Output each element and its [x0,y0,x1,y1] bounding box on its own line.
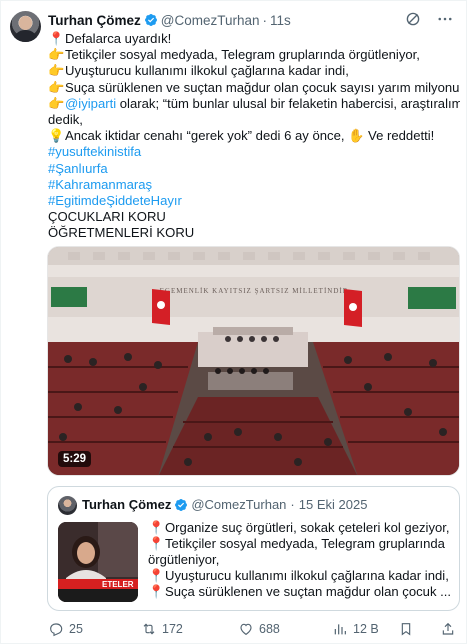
reply-icon [50,623,63,637]
tweet-line-text: Defalarca uyardık! [65,31,172,46]
bookmark-icon [401,623,411,636]
pin-icon: 📍 [148,520,165,535]
quoted-header-separator: · [290,497,295,512]
closing-line: ÇOCUKLARI KORU [48,209,166,225]
verified-badge-icon [144,14,157,26]
pointing-hand-icon: 👉 [48,63,65,79]
quoted-line-text: örgütleniyor, [148,552,220,567]
closing-line: ÖĞRETMENLERİ KORU [48,225,195,241]
like-count: 688 [259,622,280,636]
pointing-hand-icon: 👉 [48,47,65,63]
tweet-text: 📍Defalarca uyardık! 👉Tetikçiler sosyal m… [48,31,460,242]
tweet-line: 👉Suça sürüklenen ve suçtan mağdur olan ç… [48,80,460,96]
like-button[interactable]: 688 [238,621,280,637]
parliament-banner: EGEMENLİK KAYITSIZ ŞARTSIZ MİLLETİNDİR [160,287,349,295]
pin-icon: 📍 [148,568,165,583]
quoted-line-text: Uyuşturucu kullanımı ilkokul çağlarına k… [165,568,449,583]
tweet-line: 💡Ancak iktidar cenahı “gerek yok” dedi 6… [48,128,460,144]
header-separator: · [262,12,268,28]
pointing-hand-icon: 👉 [48,79,65,95]
hashtag-link[interactable]: #Şanlıurfa [48,161,460,177]
reply-count: 25 [69,622,83,636]
share-button[interactable] [440,621,456,637]
quoted-line-text: Suça sürüklenen ve suçtan mağdur olan ço… [165,584,452,599]
quoted-tweet[interactable]: Turhan Çömez @ComezTurhan · 15 Eki 2025 … [47,486,460,611]
tv-frame-thumbnail: ETELER [58,522,138,602]
hashtag-link[interactable]: #Kahramanmaraş [48,177,460,193]
quoted-line-text: Tetikçiler sosyal medyada, Telegram grup… [165,536,445,551]
tweet-actions: 25 172 688 12 B [48,621,460,639]
quoted-author-avatar [58,496,77,515]
grok-icon[interactable] [404,10,422,28]
tweet-line: 👉Uyuşturucu kullanımı ilkokul çağlarına … [48,63,460,79]
tweet-line: 👉@iyiparti olarak; “tüm bunlar ulusal bi… [48,96,460,112]
bookmark-button[interactable] [398,621,414,637]
thumbnail-caption: ETELER [102,580,134,589]
quoted-line: 📍Tetikçiler sosyal medyada, Telegram gru… [148,536,453,552]
avatar-suit [13,30,38,42]
quoted-tweet-time: 15 Eki 2025 [298,497,368,512]
repost-count: 172 [162,622,183,636]
quoted-author-handle: @ComezTurhan [191,497,287,512]
reply-button[interactable]: 25 [48,621,83,637]
video-duration: 5:29 [58,451,92,467]
repost-button[interactable]: 172 [141,621,183,637]
tweet-line-text: Uyuşturucu kullanımı ilkokul çağlarına k… [65,63,349,79]
mention-link[interactable]: @iyiparti [65,96,116,111]
video-player[interactable]: EGEMENLİK KAYITSIZ ŞARTSIZ MİLLETİNDİR 5… [47,246,460,476]
quoted-tweet-header: Turhan Çömez @ComezTurhan · 15 Eki 2025 [82,497,367,512]
views-button[interactable]: 12 B [332,621,379,637]
tweet-line-text: olarak; “tüm bunlar ulusal bir felaketin… [116,95,460,111]
avatar-face [19,16,32,30]
tweet-time[interactable]: 11s [270,13,291,28]
view-count: 12 B [353,622,379,636]
heart-icon [240,623,252,635]
quoted-line: örgütleniyor, [148,552,453,568]
tweet-line: 📍Defalarca uyardık! [48,31,460,47]
tweet-line-text: dedik, [48,112,83,128]
tweet-line: dedik, [48,112,460,128]
quoted-line-text: Organize suç örgütleri, sokak çeteleri k… [165,520,450,535]
tweet-line-text: Suça sürüklenen ve suçtan mağdur olan ço… [65,79,460,95]
pointing-hand-icon: 👉 [48,95,65,111]
hashtag-link[interactable]: #EgitimdeŞiddeteHayır [48,193,460,209]
pin-icon: 📍 [48,31,65,46]
repost-icon [143,623,155,635]
tweet-line-text: Ancak iktidar cenahı “gerek yok” dedi 6 … [65,128,435,144]
quoted-media-thumbnail[interactable]: ETELER [58,522,138,602]
quoted-author-name: Turhan Çömez [82,497,172,512]
tweet-header: Turhan Çömez @ComezTurhan · 11s [48,11,291,29]
quoted-line: 📍Suça sürüklenen ve suçtan mağdur olan ç… [148,584,453,600]
tweet-line: 👉Tetikçiler sosyal medyada, Telegram gru… [48,47,460,63]
hashtag-link[interactable]: #yusuftekinistifa [48,144,460,160]
quoted-line: 📍Uyuşturucu kullanımı ilkokul çağlarına … [148,568,453,584]
quoted-tweet-text: 📍Organize suç örgütleri, sokak çeteleri … [148,520,453,600]
verified-badge-icon [175,498,188,511]
lightbulb-icon: 💡 [48,128,65,144]
author-handle[interactable]: @ComezTurhan [161,13,260,28]
tweet-line-text: Tetikçiler sosyal medyada, Telegram grup… [65,47,420,63]
author-avatar[interactable] [10,11,41,42]
top-right-icons [404,10,454,28]
quoted-line: 📍Organize suç örgütleri, sokak çeteleri … [148,520,453,536]
tweet-card[interactable]: Turhan Çömez @ComezTurhan · 11s 📍Defalar… [0,0,467,644]
views-icon [334,624,346,635]
more-options-icon[interactable] [436,10,454,28]
pin-icon: 📍 [148,536,165,551]
parliament-video-frame: EGEMENLİK KAYITSIZ ŞARTSIZ MİLLETİNDİR [48,247,459,475]
author-name[interactable]: Turhan Çömez [48,13,141,28]
pin-icon: 📍 [148,584,165,599]
share-icon [442,622,454,635]
